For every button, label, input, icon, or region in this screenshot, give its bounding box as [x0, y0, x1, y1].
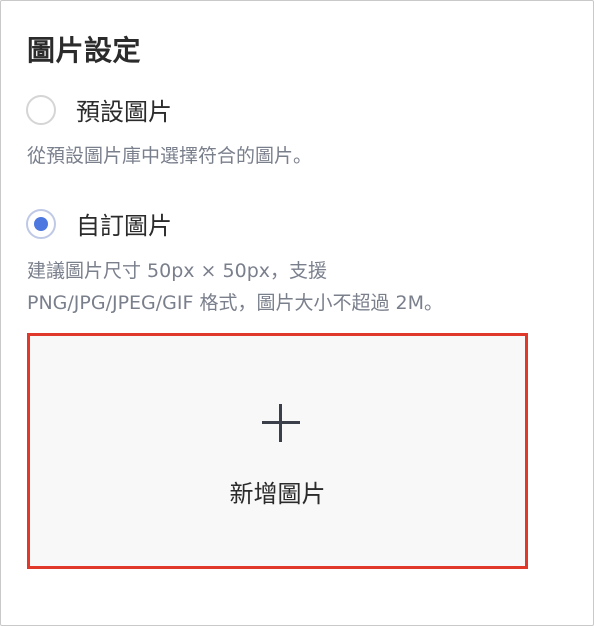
preset-image-label[interactable]: 預設圖片 — [76, 92, 172, 127]
add-image-button[interactable]: 新增圖片 — [27, 333, 528, 569]
custom-image-option[interactable]: 自訂圖片 — [26, 206, 172, 241]
preset-image-help: 從預設圖片庫中選擇符合的圖片。 — [27, 145, 313, 167]
custom-image-help-line-1: 建議圖片尺寸 50px × 50px，支援 — [27, 260, 328, 282]
custom-image-help: 建議圖片尺寸 50px × 50px，支援 PNG/JPG/JPEG/GIF 格… — [27, 255, 567, 319]
preset-image-option[interactable]: 預設圖片 — [26, 92, 172, 127]
custom-image-radio[interactable] — [26, 208, 56, 239]
add-image-label: 新增圖片 — [229, 480, 326, 508]
custom-image-help-line-2: PNG/JPG/JPEG/GIF 格式，圖片大小不超過 2M。 — [27, 292, 443, 314]
plus-icon — [262, 404, 300, 442]
section-title: 圖片設定 — [27, 34, 142, 67]
custom-image-label[interactable]: 自訂圖片 — [76, 206, 172, 241]
image-settings-panel: 圖片設定 預設圖片 從預設圖片庫中選擇符合的圖片。 自訂圖片 建議圖片尺寸 50… — [0, 0, 594, 626]
preset-image-radio[interactable] — [26, 94, 56, 125]
